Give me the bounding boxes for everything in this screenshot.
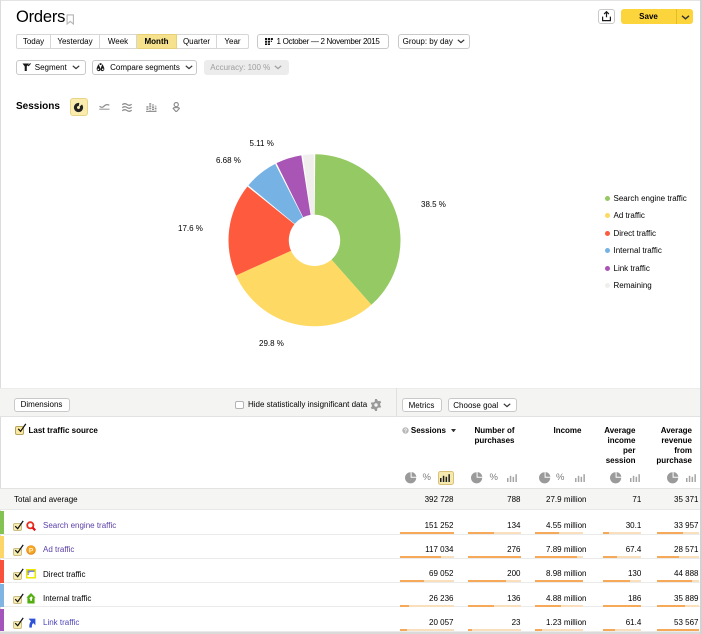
svg-text:P: P (29, 547, 34, 554)
